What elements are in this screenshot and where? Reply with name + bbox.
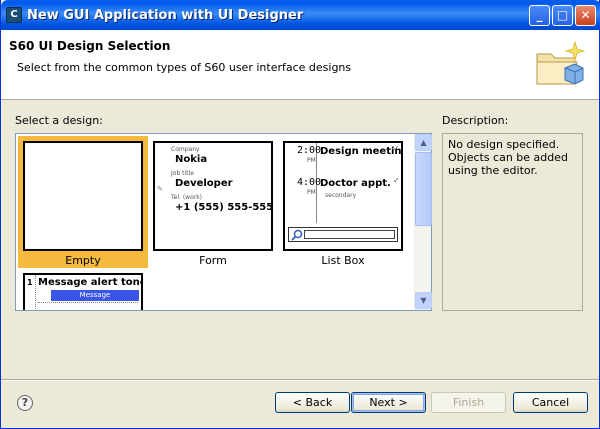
list-item-title: Design meeting [320,146,403,157]
setting-value: Message [51,290,139,301]
form-field-caption: Tel. (work) [171,194,203,201]
checkmark-icon: ✓ [393,176,400,185]
list-item-time: 2:00 [297,145,322,156]
design-tile-label: List Box [321,254,365,267]
design-thumbnail-message: 1 Message alert tone Message [23,273,143,310]
list-item-title: Doctor appt. [320,178,391,189]
description-label: Description: [442,114,509,127]
setting-separator [38,302,138,303]
new-folder-wizard-icon [536,40,586,85]
design-tile-listbox[interactable]: 2:00 PM Design meeting ✓ 4:00 PM Doctor … [278,136,408,268]
next-button[interactable]: Next > [351,392,426,413]
close-icon: ✕ [580,8,591,22]
setting-index: 1 [27,278,33,287]
select-design-label: Select a design: [15,114,103,127]
pencil-icon: ✎ [157,185,163,193]
form-field-value: +1 (555) 555-5555 [175,202,273,213]
form-field-caption: Company [171,146,200,153]
find-pane [288,227,398,242]
search-icon [291,229,303,241]
close-button[interactable]: ✕ [575,5,596,26]
page-subtitle: Select from the common types of S60 user… [17,61,352,74]
page-title: S60 UI Design Selection [9,39,171,53]
app-icon: C [6,7,22,23]
gallery-scrollbar[interactable]: ▲ ▼ [414,134,432,310]
form-field-value: Nokia [175,154,208,165]
design-thumbnail-listbox: 2:00 PM Design meeting ✓ 4:00 PM Doctor … [283,141,403,251]
design-gallery[interactable]: Empty Company Nokia Job title Developer … [15,133,432,311]
list-item-secondary: secondary [325,192,357,199]
maximize-button[interactable]: □ [552,5,573,26]
footer-separator [1,379,599,381]
checkmark-icon: ✓ [393,144,400,153]
description-box: No design specified. Objects can be adde… [442,133,583,311]
form-field-value: Developer [175,178,233,189]
window-title: New GUI Application with UI Designer [27,8,304,23]
list-item-time: 4:00 [297,177,322,188]
wizard-window: C New GUI Application with UI Designer _… [0,0,600,429]
minimize-button[interactable]: _ [529,5,550,26]
help-icon[interactable]: ? [17,395,33,411]
title-bar[interactable]: C New GUI Application with UI Designer _… [1,0,600,30]
design-thumbnail-form: Company Nokia Job title Developer ✎ Tel.… [153,141,273,251]
cancel-button[interactable]: Cancel [513,392,588,413]
setting-title: Message alert tone [38,277,143,288]
list-item-ampm: PM [307,189,316,196]
design-tile-message[interactable]: 1 Message alert tone Message [18,268,148,310]
find-input [304,230,395,239]
scroll-up-icon: ▲ [420,138,427,147]
finish-button[interactable]: Finish [431,392,506,413]
maximize-icon: □ [556,8,569,22]
scroll-thumb[interactable] [415,152,432,226]
setting-divider [35,275,36,310]
design-tile-label: Empty [65,254,101,267]
form-field-caption: Job title [171,170,194,177]
scroll-down-icon: ▼ [420,296,427,305]
scroll-down-button[interactable]: ▼ [415,292,432,309]
back-button[interactable]: < Back [275,392,350,413]
list-item-ampm: PM [307,157,316,164]
design-tile-empty[interactable]: Empty [18,136,148,268]
design-tile-form[interactable]: Company Nokia Job title Developer ✎ Tel.… [148,136,278,268]
design-thumbnail-empty [23,141,143,251]
scroll-up-button[interactable]: ▲ [415,134,432,151]
design-tile-label: Form [199,254,227,267]
wizard-header: S60 UI Design Selection Select from the … [1,30,599,100]
minimize-icon: _ [536,8,543,22]
